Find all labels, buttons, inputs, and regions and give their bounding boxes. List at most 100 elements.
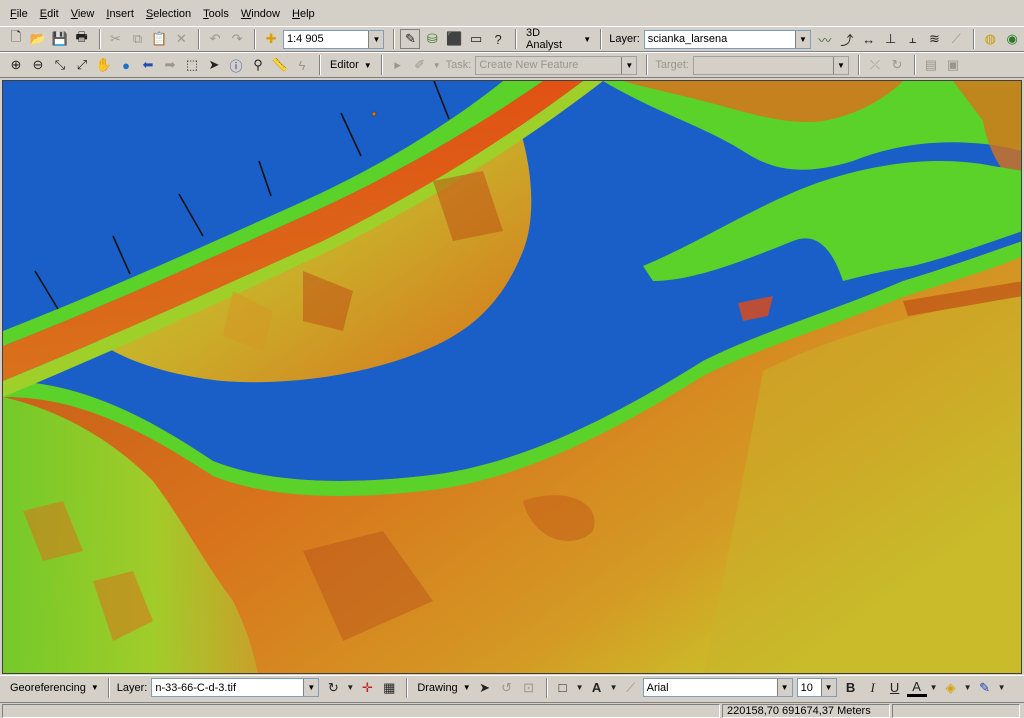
back-arrow-icon[interactable]: ⬅ — [138, 55, 158, 75]
identify-icon[interactable]: ⓘ — [226, 55, 246, 75]
cut-icon[interactable]: ✂ — [106, 29, 126, 49]
interpolate-point-icon[interactable]: ⊥ — [881, 29, 901, 49]
print-icon[interactable]: 🖶 — [72, 29, 92, 49]
georeferencing-menu[interactable]: Georeferencing ▼ — [10, 682, 99, 694]
undo-icon[interactable]: ↶ — [205, 29, 225, 49]
steepest-path-icon[interactable]: ⤴ — [837, 29, 857, 49]
interpolate-polygon-icon[interactable]: ≋ — [925, 29, 945, 49]
save-icon[interactable]: 💾 — [50, 29, 70, 49]
separator — [973, 29, 976, 49]
layer-combo[interactable]: scianka_larsena ▼ — [643, 29, 811, 49]
select-elements-icon[interactable]: ➤ — [475, 678, 495, 698]
chevron-down-icon[interactable]: ▼ — [833, 56, 848, 74]
map-view[interactable] — [2, 80, 1022, 674]
menu-selection[interactable]: Selection — [144, 7, 193, 21]
add-control-points-icon[interactable]: ✛ — [357, 678, 377, 698]
task-combo[interactable]: Create New Feature ▼ — [475, 55, 638, 75]
arctoolbox-icon[interactable]: ⬛ — [444, 29, 464, 49]
georeferencing-label: Georeferencing — [10, 681, 86, 694]
whats-this-icon[interactable]: ? — [488, 29, 508, 49]
menu-edit[interactable]: Edit — [38, 7, 61, 21]
add-data-icon[interactable]: ✚ — [261, 29, 281, 49]
forward-arrow-icon[interactable]: ➡ — [160, 55, 180, 75]
chevron-down-icon[interactable]: ▼ — [575, 678, 585, 698]
separator — [646, 55, 649, 75]
chevron-down-icon[interactable]: ▼ — [820, 679, 836, 696]
new-document-icon[interactable]: 🗋 — [6, 29, 26, 49]
new-text-icon[interactable]: A — [587, 678, 607, 698]
chevron-down-icon[interactable]: ▼ — [303, 679, 319, 696]
chevron-down-icon[interactable]: ▼ — [794, 30, 810, 48]
font-color-glyph: A — [912, 678, 921, 694]
full-extent-globe-icon[interactable]: ● — [116, 55, 136, 75]
edit-tool-icon[interactable]: ▸ — [388, 55, 408, 75]
target-combo[interactable]: ▼ — [693, 55, 849, 75]
attributes-icon[interactable]: ▤ — [921, 55, 941, 75]
menu-insert[interactable]: Insert — [104, 7, 136, 21]
open-folder-icon[interactable]: 📂 — [28, 29, 48, 49]
menu-view[interactable]: View — [69, 7, 97, 21]
arcscene-icon[interactable]: ◍ — [980, 29, 1000, 49]
rectangle-icon[interactable]: □ — [553, 678, 573, 698]
editor-toolbar-icon[interactable]: ✎ — [400, 29, 421, 49]
delete-icon[interactable]: ✕ — [171, 29, 191, 49]
copy-icon[interactable]: ⧉ — [128, 29, 148, 49]
rotate-element-icon[interactable]: ↺ — [497, 678, 517, 698]
edit-vertices-icon[interactable]: ⟋ — [621, 678, 641, 698]
map-scale-combo[interactable]: 1:4 905 ▼ — [282, 29, 385, 49]
fixed-zoom-out-icon[interactable]: ⤢ — [72, 55, 92, 75]
font-size-combo[interactable]: 10 ▼ — [796, 678, 837, 697]
chevron-down-icon[interactable]: ▼ — [368, 30, 384, 48]
arcglobe-icon[interactable]: ◉ — [1002, 29, 1022, 49]
command-line-icon[interactable]: ▭ — [466, 29, 486, 49]
chevron-down-icon[interactable]: ▼ — [345, 678, 355, 698]
fixed-zoom-in-icon[interactable]: ⤡ — [50, 55, 70, 75]
split-tool-icon[interactable]: ⤫ — [865, 55, 885, 75]
sketch-properties-icon[interactable]: ▣ — [943, 55, 963, 75]
chevron-down-icon[interactable]: ▼ — [963, 678, 973, 698]
zoom-in-icon[interactable]: ⊕ — [6, 55, 26, 75]
line-of-sight-icon[interactable]: ↔ — [859, 29, 879, 49]
zoom-to-elements-icon[interactable]: ⊡ — [519, 678, 539, 698]
profile-graph-icon[interactable]: ⟋ — [946, 29, 966, 49]
menu-help[interactable]: Help — [290, 7, 317, 21]
chevron-down-icon[interactable]: ▼ — [776, 679, 792, 696]
contour-icon[interactable]: 〰 — [815, 29, 835, 49]
font-combo[interactable]: Arial ▼ — [642, 678, 793, 697]
arccatalog-icon[interactable]: ⛁ — [422, 29, 442, 49]
3d-analyst-menu[interactable]: 3D Analyst ▼ — [526, 27, 591, 51]
chevron-down-icon[interactable]: ▼ — [432, 55, 442, 75]
fill-color-icon[interactable]: ◈ — [941, 678, 961, 698]
menu-file[interactable]: File — [8, 7, 30, 21]
link-table-icon[interactable]: ▦ — [379, 678, 399, 698]
interpolate-line-icon[interactable]: ⫠ — [903, 29, 923, 49]
sketch-tool-icon[interactable]: ✐ — [410, 55, 430, 75]
editor-menu[interactable]: Editor ▼ — [330, 59, 372, 71]
chevron-down-icon[interactable]: ▼ — [929, 678, 939, 698]
select-features-icon[interactable]: ⬚ — [182, 55, 202, 75]
measure-icon[interactable]: 📏 — [270, 55, 290, 75]
separator — [515, 29, 518, 49]
chevron-down-icon[interactable]: ▼ — [609, 678, 619, 698]
menu-window[interactable]: Window — [239, 7, 282, 21]
menu-tools[interactable]: Tools — [201, 7, 231, 21]
select-elements-icon[interactable]: ➤ — [204, 55, 224, 75]
chevron-down-icon[interactable]: ▼ — [621, 56, 637, 74]
find-binoculars-icon[interactable]: ⚲ — [248, 55, 268, 75]
pan-hand-icon[interactable]: ✋ — [94, 55, 114, 75]
drawing-menu[interactable]: Drawing ▼ — [417, 682, 470, 694]
underline-button[interactable]: U — [885, 678, 905, 698]
georef-layer-combo[interactable]: n-33-66-C-d-3.tif ▼ — [151, 678, 320, 697]
hyperlink-icon[interactable]: ϟ — [292, 55, 312, 75]
redo-icon[interactable]: ↷ — [227, 29, 247, 49]
italic-button[interactable]: I — [863, 678, 883, 698]
line-color-icon[interactable]: ✎ — [975, 678, 995, 698]
chevron-down-icon[interactable]: ▼ — [997, 678, 1007, 698]
zoom-out-icon[interactable]: ⊖ — [28, 55, 48, 75]
paste-icon[interactable]: 📋 — [149, 29, 169, 49]
status-message-panel — [2, 703, 720, 718]
rotate-tool-icon[interactable]: ↻ — [887, 55, 907, 75]
rotate-icon[interactable]: ↻ — [323, 678, 343, 698]
font-color-icon[interactable]: A — [906, 678, 927, 697]
bold-button[interactable]: B — [841, 678, 861, 698]
